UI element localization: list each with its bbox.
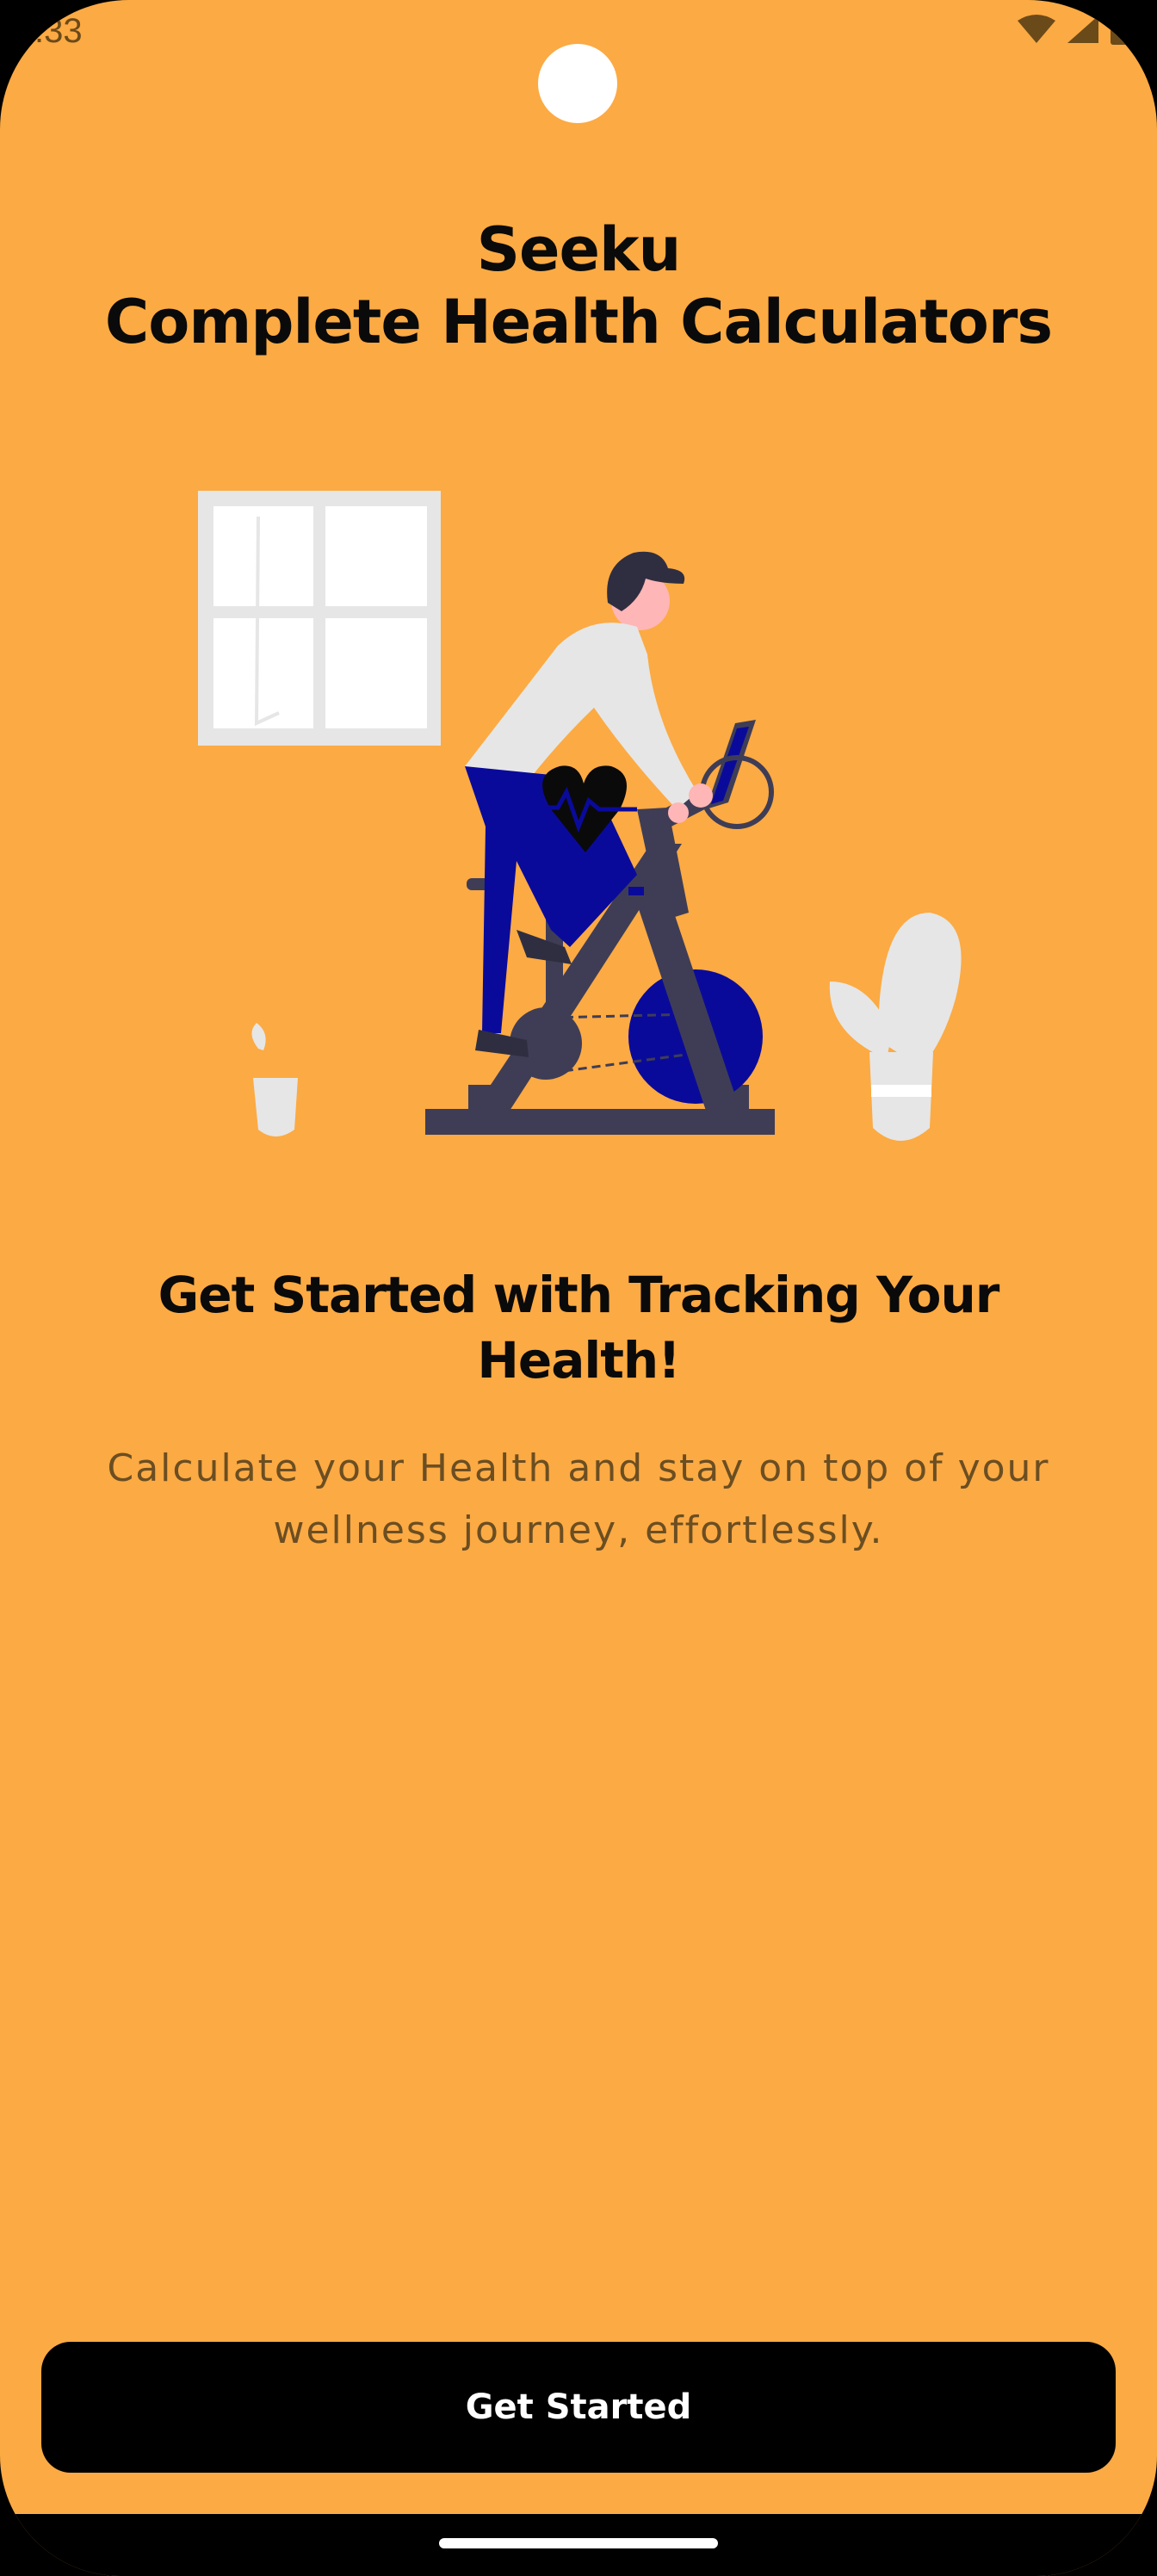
get-started-button[interactable]: Get Started: [41, 2342, 1116, 2473]
app-screen: :33 Seeku Complete Health Calculators Ge…: [0, 0, 1157, 2576]
window-image: [198, 491, 441, 746]
app-tagline: Complete Health Calculators: [104, 287, 1053, 357]
cellular-signal-icon: [1067, 15, 1098, 43]
small-plant-image: [251, 1023, 298, 1136]
battery-icon: [1111, 17, 1129, 45]
potted-plant-image: [829, 913, 962, 1141]
camera-cutout: [538, 44, 617, 123]
status-time: :33: [34, 12, 83, 50]
wifi-icon: [1018, 15, 1055, 43]
onboarding-subtext: Calculate your Health and stay on top of…: [107, 1446, 1050, 1552]
exercise-bike-illustration: [198, 491, 962, 1141]
status-icons: [1018, 15, 1129, 45]
app-name: Seeku: [476, 214, 682, 285]
home-indicator[interactable]: [439, 2538, 718, 2548]
onboarding-headline: Get Started with Tracking Your Health!: [158, 1266, 1000, 1390]
app-title: Seeku Complete Health Calculators: [0, 214, 1157, 358]
